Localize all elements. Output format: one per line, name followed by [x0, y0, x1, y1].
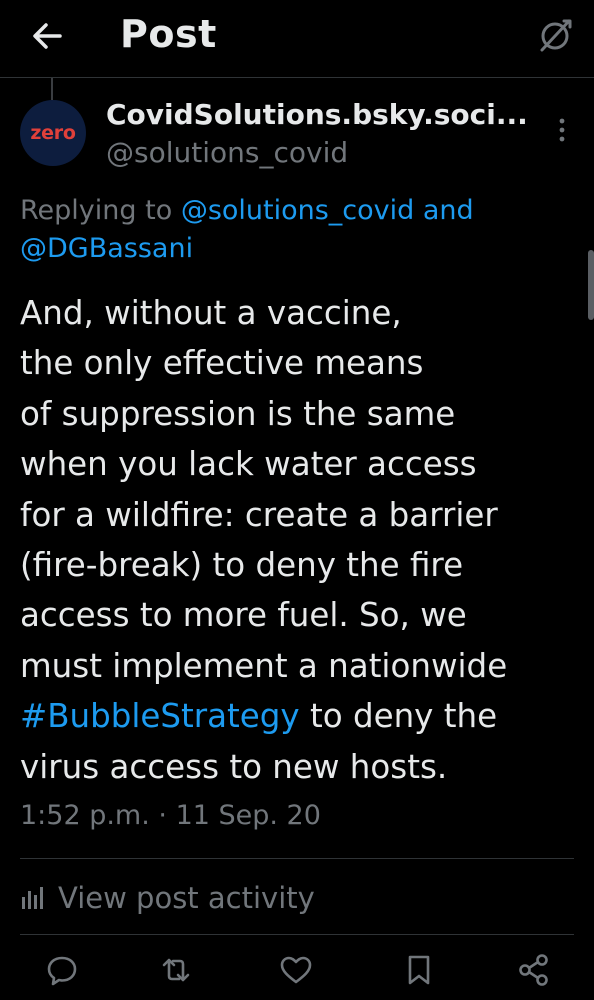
page-title: Post [120, 12, 217, 56]
slashed-circle-icon [540, 19, 572, 52]
thread-connector [51, 78, 53, 100]
avatar-logo-text: zero [30, 122, 76, 144]
bar-chart-icon [22, 887, 43, 909]
post-timestamp: 1:52 p.m. · 11 Sep. 20 [20, 800, 321, 831]
top-bar: Post [0, 0, 594, 78]
post-line: (fire-break) to deny the fire [20, 546, 464, 585]
repost-icon [162, 958, 190, 982]
more-vertical-icon [559, 118, 565, 142]
post-line: must implement a nationwide [20, 646, 508, 685]
bookmark-icon [408, 955, 430, 985]
mention-link-1[interactable]: @solutions_covid [181, 195, 414, 226]
divider [20, 858, 574, 859]
post-line: of suppression is the same [20, 394, 456, 433]
post-line: virus access to new hosts. [20, 747, 448, 786]
share-button[interactable] [516, 952, 552, 988]
mention-link-2[interactable]: @DGBassani [20, 233, 193, 264]
network-status-button[interactable] [534, 14, 576, 56]
post-body: And, without a vaccine, the only effecti… [20, 288, 580, 792]
view-post-activity-label: View post activity [58, 881, 315, 915]
avatar[interactable]: zero [20, 100, 86, 166]
scrollbar[interactable] [588, 250, 594, 320]
replying-to: Replying to @solutions_covid and @DGBass… [20, 192, 580, 268]
author-handle[interactable]: @solutions_covid [106, 136, 348, 169]
post-line-tail: to deny the [299, 697, 498, 736]
more-options-button[interactable] [550, 114, 574, 146]
view-post-activity[interactable]: View post activity [20, 878, 315, 918]
post-line: the only effective means [20, 344, 424, 383]
post-line: And, without a vaccine, [20, 294, 402, 332]
reply-button[interactable] [44, 952, 80, 988]
like-icon [280, 956, 312, 984]
replying-prefix: Replying to [20, 195, 181, 226]
bookmark-button[interactable] [401, 952, 437, 988]
repost-button[interactable] [158, 952, 194, 988]
share-icon [519, 954, 548, 986]
reply-icon [47, 956, 77, 986]
replying-conjunction: and [414, 195, 474, 226]
post-line: access to more fuel. So, we [20, 596, 467, 635]
post-line: #BubbleStrategy to deny the [20, 691, 580, 741]
back-button[interactable] [28, 16, 68, 56]
post-line: for a wildfire: create a barrier [20, 495, 498, 534]
divider [20, 934, 574, 935]
post-line: when you lack water access [20, 445, 477, 484]
author-display-name[interactable]: CovidSolutions.bsky.soci... [106, 98, 526, 131]
like-button[interactable] [278, 952, 314, 988]
arrow-left-icon [33, 23, 62, 49]
hashtag-link[interactable]: #BubbleStrategy [20, 697, 300, 735]
